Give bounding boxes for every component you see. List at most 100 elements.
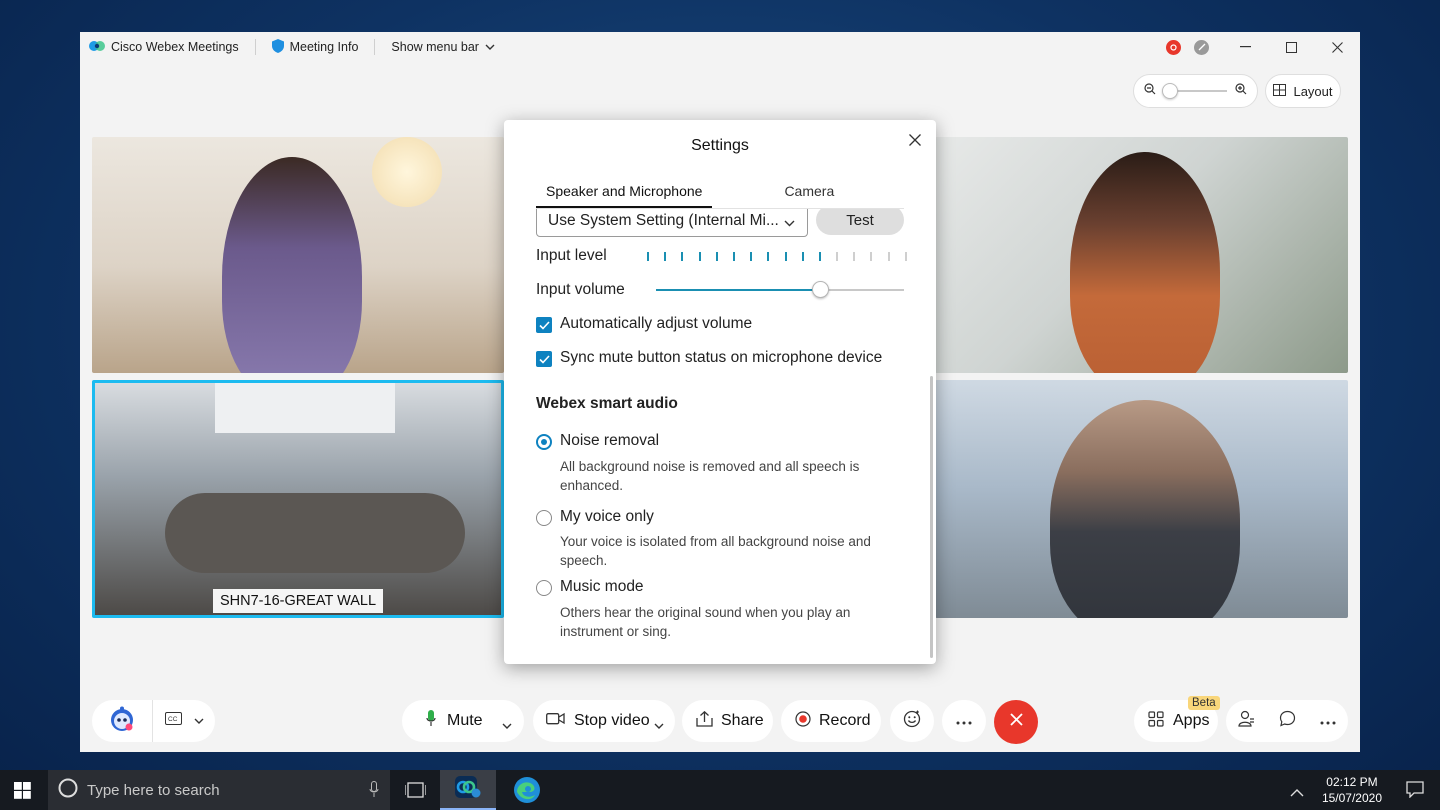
video-tile-participant-1[interactable] [92, 137, 504, 373]
connection-icon[interactable] [1194, 39, 1209, 55]
input-level-bar [801, 252, 804, 261]
smart-audio-title: Webex smart audio [536, 395, 678, 412]
webex-assistant-button[interactable] [92, 700, 152, 742]
input-level-bar [784, 252, 787, 261]
layout-button[interactable]: Layout [1265, 74, 1341, 108]
video-tile-participant-4[interactable] [935, 380, 1348, 618]
zoom-control [1133, 74, 1258, 108]
show-menu-bar-button[interactable]: Show menu bar [375, 39, 511, 55]
settings-tabs: Speaker and Microphone Camera [536, 180, 904, 209]
mute-label: Mute [447, 712, 483, 729]
more-panels-button[interactable] [1308, 700, 1348, 742]
input-volume-fill [656, 289, 820, 291]
record-button[interactable]: Record [781, 700, 881, 742]
show-menu-bar-label: Show menu bar [391, 40, 479, 54]
input-level-label: Input level [536, 247, 607, 264]
beta-badge: Beta [1188, 696, 1220, 710]
more-horizontal-icon [1320, 712, 1336, 730]
assistant-bot-icon [109, 706, 135, 737]
sync-mute-label: Sync mute button status on microphone de… [560, 349, 883, 366]
settings-scrollbar[interactable] [930, 376, 933, 658]
recording-status-icon[interactable] [1166, 39, 1181, 55]
taskbar-webex-app[interactable] [440, 770, 496, 810]
chat-bubble-icon [1279, 710, 1296, 732]
close-window-button[interactable] [1314, 32, 1360, 62]
participants-button[interactable] [1226, 700, 1266, 742]
taskbar-search-box[interactable]: Type here to search [48, 770, 390, 810]
microphone-icon [426, 710, 436, 732]
right-toolbar-group [1226, 700, 1348, 742]
tab-speaker-and-microphone[interactable]: Speaker and Microphone [536, 180, 713, 208]
chevron-down-icon[interactable] [194, 712, 204, 730]
noise-removal-label: Noise removal [560, 432, 660, 449]
input-volume-label: Input volume [536, 281, 625, 298]
share-label: Share [721, 712, 764, 729]
microphone-select[interactable]: Use System Setting (Internal Mi... [536, 209, 808, 237]
test-microphone-button[interactable]: Test [816, 209, 904, 235]
stop-video-button[interactable]: Stop video [533, 700, 675, 742]
clock-time: 02:12 PM [1326, 775, 1378, 789]
input-level-bar [904, 252, 907, 261]
apps-label: Apps [1173, 712, 1210, 729]
end-meeting-button[interactable] [994, 700, 1038, 744]
input-level-meter [647, 252, 907, 262]
share-button[interactable]: Share [682, 700, 773, 742]
zoom-in-icon[interactable] [1235, 82, 1247, 100]
lamp-image [372, 137, 442, 207]
webex-logo-icon [89, 39, 105, 56]
input-volume-knob[interactable] [811, 281, 829, 298]
participant-silhouette [1070, 152, 1220, 373]
microphone-icon[interactable] [369, 781, 379, 802]
input-level-bar [647, 252, 649, 261]
meeting-info-button[interactable]: Meeting Info [256, 38, 376, 55]
participants-icon [1237, 710, 1255, 732]
webex-app-icon [455, 775, 481, 803]
windows-start-icon[interactable] [14, 782, 31, 804]
sync-mute-checkbox[interactable] [536, 351, 552, 367]
more-options-button[interactable] [942, 700, 986, 742]
music-mode-radio[interactable] [536, 580, 552, 596]
music-mode-label: Music mode [560, 578, 644, 595]
participant-name-label: SHN7-16-GREAT WALL [213, 589, 384, 613]
settings-title: Settings [691, 137, 749, 154]
zoom-slider-knob[interactable] [1162, 83, 1178, 99]
input-level-bar [698, 252, 701, 261]
zoom-out-icon[interactable] [1144, 82, 1156, 100]
reactions-button[interactable] [890, 700, 934, 742]
mute-button[interactable]: Mute [402, 700, 524, 742]
close-icon[interactable] [907, 132, 923, 148]
input-volume-slider[interactable] [656, 281, 904, 298]
stop-video-label: Stop video [574, 712, 650, 729]
minimize-button[interactable] [1222, 32, 1268, 62]
maximize-button[interactable] [1268, 32, 1314, 62]
taskbar-clock[interactable]: 02:12 PM 15/07/2020 [1322, 774, 1382, 806]
captions-button[interactable]: CC [153, 700, 215, 742]
tab-camera[interactable]: Camera [774, 180, 844, 208]
input-level-bar [836, 252, 839, 261]
task-view-icon[interactable] [404, 782, 427, 803]
chat-button[interactable] [1266, 700, 1308, 742]
zoom-slider[interactable] [1162, 83, 1227, 99]
smiley-icon [903, 710, 921, 733]
input-level-bar [870, 252, 873, 261]
chevron-up-icon[interactable] [1290, 784, 1304, 802]
auto-adjust-volume-checkbox[interactable] [536, 317, 552, 333]
video-tile-great-wall[interactable]: SHN7-16-GREAT WALL [92, 380, 504, 618]
cortana-circle-icon [58, 778, 78, 802]
app-name: Cisco Webex Meetings [111, 40, 239, 54]
auto-adjust-volume-label: Automatically adjust volume [560, 315, 753, 332]
chevron-down-icon [784, 215, 795, 233]
input-level-bar [767, 252, 770, 261]
microphone-select-value: Use System Setting (Internal Mi... [548, 212, 779, 229]
video-tile-participant-2[interactable] [935, 137, 1348, 373]
my-voice-only-radio[interactable] [536, 510, 552, 526]
apps-grid-icon [1148, 710, 1164, 732]
chevron-down-icon[interactable] [502, 717, 512, 735]
chevron-down-icon[interactable] [654, 717, 664, 735]
music-mode-description: Others hear the original sound when you … [560, 605, 851, 639]
settings-body: Use System Setting (Internal Mi... Test … [504, 209, 936, 664]
notifications-icon[interactable] [1406, 781, 1424, 803]
edge-browser-icon[interactable] [513, 776, 541, 809]
noise-removal-radio[interactable] [536, 434, 552, 450]
more-horizontal-icon [956, 712, 972, 730]
